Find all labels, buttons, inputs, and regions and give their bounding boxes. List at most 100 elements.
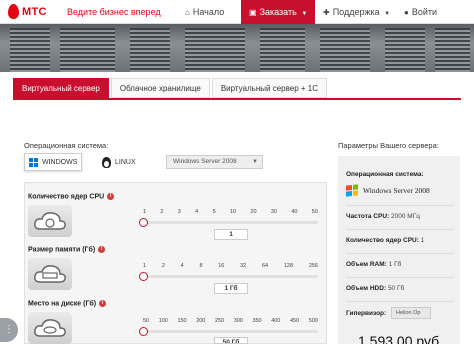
nav-login-label: Войти — [411, 7, 438, 17]
ram-ticks: 1 2 4 8 16 32 64 128 256 — [143, 263, 318, 269]
home-icon: ⌂ — [185, 8, 190, 17]
ram-tick: 128 — [283, 263, 294, 269]
price-total: 1 593,00 руб. — [358, 333, 444, 344]
plus-icon: ✚ — [323, 8, 330, 17]
info-icon[interactable]: i — [98, 246, 106, 253]
ram-tick: 4 — [180, 263, 184, 269]
summary-ram: Объем RAM: 1 Гб — [346, 261, 401, 268]
ram-slider-handle[interactable] — [139, 272, 148, 281]
product-tabs: Виртуальный сервер Облачное хранилище Ви… — [13, 78, 329, 98]
linux-tux-icon — [102, 156, 111, 168]
cpu-cloud-icon — [28, 205, 72, 237]
cpu-tick: 10 — [229, 209, 237, 215]
windows-logo-icon — [29, 157, 38, 167]
ram-label-text: Размер памяти (Гб) — [28, 246, 96, 254]
disk-label-text: Место на диске (Гб) — [28, 300, 97, 308]
summary-os-value: Windows Server 2008 — [363, 186, 430, 195]
disk-tick: 150 — [177, 318, 187, 324]
divider — [346, 277, 454, 278]
disk-slider-handle[interactable] — [139, 327, 148, 336]
more-menu-button[interactable]: ⋮ — [0, 318, 18, 342]
chevron-down-icon: ▼ — [252, 159, 258, 165]
summary-ram-value: 1 Гб — [388, 261, 402, 268]
os-windows-label: WINDOWS — [42, 158, 78, 166]
cpu-tick: 40 — [291, 209, 298, 215]
more-dots-icon: ⋮ — [4, 324, 14, 335]
disk-tick: 350 — [252, 318, 262, 324]
nav-support-label: Поддержка — [332, 7, 380, 17]
ram-tick: 32 — [240, 263, 247, 269]
user-icon: ● — [404, 8, 409, 17]
divider — [346, 205, 454, 206]
divider — [346, 253, 454, 254]
hypervisor-select[interactable]: Helion Op — [391, 307, 431, 319]
summary-hypervisor-label: Гипервизор: — [346, 310, 387, 317]
ram-tick: 256 — [308, 263, 318, 269]
ram-tick: 2 — [161, 263, 165, 269]
cpu-tick: 50 — [311, 209, 318, 215]
slogan: Ведите бизнес вперед — [67, 7, 161, 17]
tab-virtual-server-1c[interactable]: Виртуальный сервер + 1С — [211, 78, 327, 98]
info-icon[interactable]: i — [107, 193, 115, 200]
ram-slider[interactable] — [139, 272, 318, 281]
cpu-slider-handle[interactable] — [139, 218, 148, 227]
nav-login[interactable]: ● Войти — [404, 0, 437, 24]
mts-egg-icon — [8, 4, 19, 19]
disk-cloud-icon — [28, 312, 72, 344]
datacenter-banner — [0, 24, 474, 72]
disk-tick: 300 — [233, 318, 243, 324]
cpu-label-text: Количество ядер CPU — [28, 193, 105, 201]
top-header: МТС Ведите бизнес вперед ⌂ Начало ▣ Заказа… — [0, 0, 474, 24]
summary-os: Windows Server 2008 — [346, 184, 430, 197]
nav-support[interactable]: ✚ Поддержка ▼ — [323, 0, 390, 24]
disk-slider[interactable] — [139, 327, 318, 336]
cpu-tick: 20 — [250, 209, 257, 215]
ram-tick: 64 — [262, 263, 269, 269]
summary-hdd: Объем HDD: 50 Гб — [346, 285, 404, 292]
summary-hdd-value: 50 Гб — [387, 285, 405, 292]
divider — [346, 229, 454, 230]
cpu-tick: 3 — [177, 209, 181, 215]
mts-logo[interactable]: МТС — [8, 4, 47, 19]
disk-tick: 250 — [214, 318, 225, 324]
chevron-down-icon: ▼ — [301, 11, 308, 17]
summary-cpu-freq-value: 2000 МГц — [391, 213, 420, 220]
logo-text: МТС — [22, 5, 47, 18]
os-linux-tab[interactable]: LINUX — [100, 153, 146, 171]
cpu-ticks: 1 2 3 4 5 10 20 30 40 50 — [143, 209, 318, 215]
cpu-slider[interactable] — [139, 218, 318, 227]
info-icon[interactable]: i — [99, 300, 107, 307]
os-version-select[interactable]: Windows Server 2008 ▼ — [166, 155, 263, 169]
cpu-tick: 2 — [160, 209, 164, 215]
ram-tick: 8 — [199, 263, 203, 269]
ram-value-input[interactable]: 1 Гб — [214, 283, 248, 294]
os-windows-tab[interactable]: WINDOWS — [24, 153, 82, 171]
chevron-down-icon: ▼ — [384, 11, 391, 17]
tab-virtual-server[interactable]: Виртуальный сервер — [13, 78, 109, 98]
summary-hdd-label: Объем HDD: — [346, 285, 387, 292]
summary-cpu-freq: Частота CPU: 2000 МГц — [346, 213, 420, 220]
cpu-tick: 4 — [195, 209, 199, 215]
disk-value-input[interactable]: 50 Гб — [214, 337, 248, 344]
disk-tick: 450 — [289, 318, 300, 324]
cart-icon: ▣ — [249, 8, 257, 17]
ram-label: Размер памяти (Гб) i — [28, 246, 106, 254]
cpu-tick: 30 — [270, 209, 277, 215]
nav-order-label: Заказать — [259, 7, 297, 17]
os-label: Операционная система: — [24, 141, 109, 150]
summary-cores: Количество ядер CPU: 1 — [346, 237, 424, 244]
cpu-value-input[interactable]: 1 — [214, 229, 248, 240]
disk-tick: 400 — [271, 318, 281, 324]
nav-home[interactable]: ⌂ Начало — [185, 0, 224, 24]
cpu-label: Количество ядер CPU i — [28, 193, 115, 201]
disk-tick: 200 — [196, 318, 206, 324]
tab-cloud-storage[interactable]: Облачное хранилище — [110, 78, 210, 98]
nav-order[interactable]: ▣ Заказать ▼ — [241, 0, 316, 24]
ram-cloud-icon — [28, 258, 72, 290]
summary-cpu-freq-label: Частота CPU: — [346, 213, 390, 220]
hypervisor-value: Helion Op — [396, 310, 421, 316]
cpu-tick: 1 — [143, 209, 147, 215]
summary-cores-value: 1 — [420, 237, 425, 244]
windows-flag-icon — [346, 184, 358, 197]
disk-label: Место на диске (Гб) i — [28, 300, 107, 308]
